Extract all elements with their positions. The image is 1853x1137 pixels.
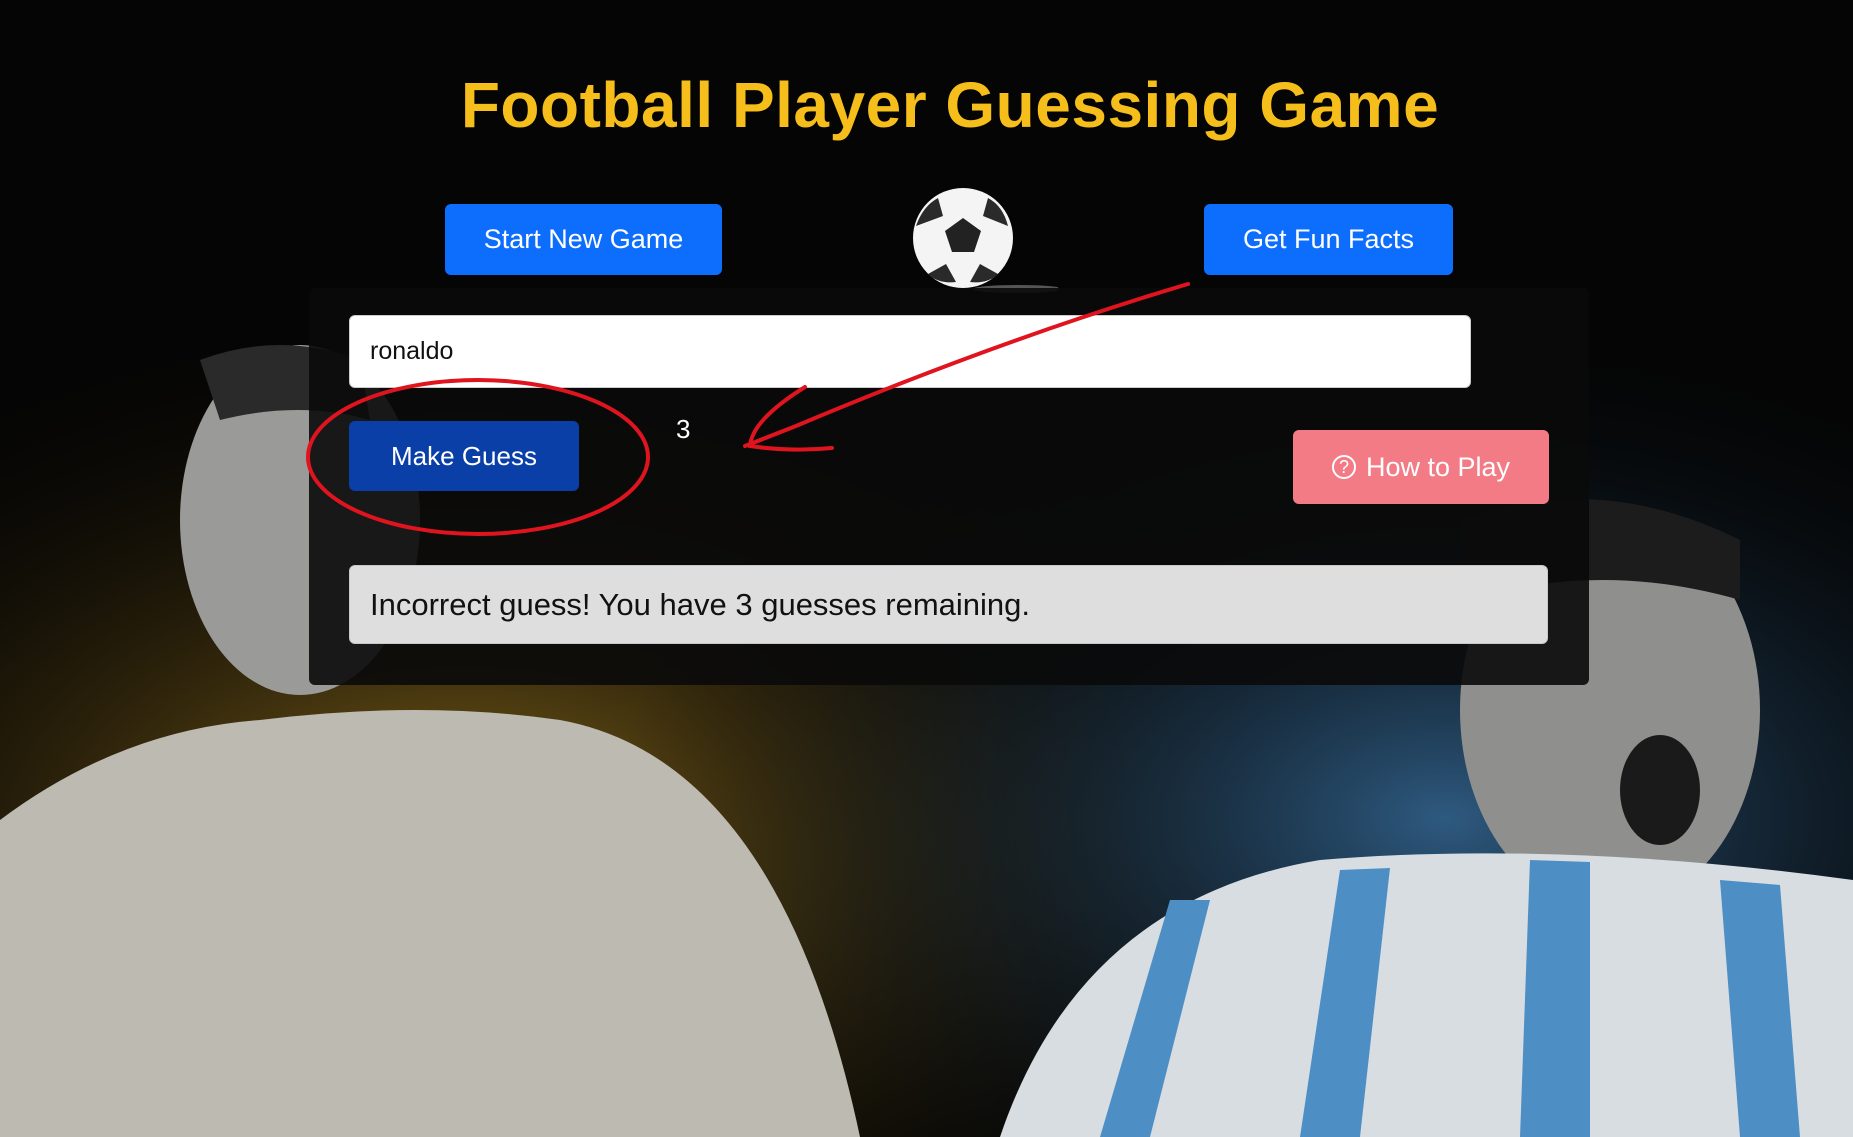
how-to-play-label: How to Play xyxy=(1365,451,1511,482)
make-guess-button[interactable]: Make Guess xyxy=(349,421,579,491)
guess-counter: 3 xyxy=(676,414,691,444)
start-new-game-button[interactable]: Start New Game xyxy=(445,204,722,275)
soccer-ball-icon xyxy=(913,188,1058,293)
feedback-message: Incorrect guess! You have 3 guesses rema… xyxy=(349,565,1548,644)
how-to-play-button[interactable]: ? How to Play xyxy=(1293,430,1549,504)
get-fun-facts-button[interactable]: Get Fun Facts xyxy=(1204,204,1453,275)
question-circle-icon: ? xyxy=(1331,455,1356,479)
guess-input[interactable] xyxy=(349,315,1471,388)
page-title: Football Player Guessing Game xyxy=(460,69,1440,141)
